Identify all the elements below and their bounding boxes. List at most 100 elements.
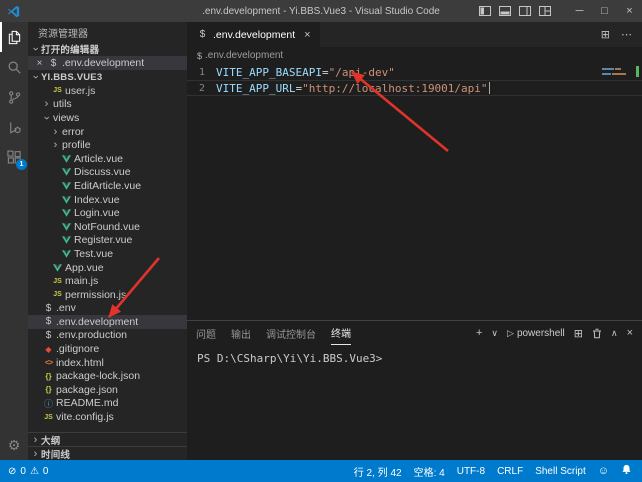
open-editors-header[interactable]: › 打开的编辑器 [28, 42, 187, 56]
activity-explorer-icon[interactable] [0, 22, 28, 52]
file-name: utils [53, 98, 72, 110]
tree-item-Article.vue[interactable]: Article.vue [28, 152, 187, 166]
toggle-sidebar-icon[interactable] [475, 0, 495, 22]
problems-status[interactable]: ⊘ 0 ⚠ 0 [8, 466, 48, 477]
tree-item-.env.production[interactable]: $.env.production [28, 329, 187, 343]
chevron-down-icon[interactable]: ∨ [491, 328, 498, 339]
more-actions-icon[interactable]: ⋯ [621, 28, 632, 41]
tree-item-user.js[interactable]: JSuser.js [28, 84, 187, 98]
tree-item-error[interactable]: ›error [28, 125, 187, 139]
tree-item-utils[interactable]: ›utils [28, 98, 187, 112]
cursor-position-status[interactable]: 行 2, 列 42 [354, 464, 402, 479]
tree-item-profile[interactable]: ›profile [28, 138, 187, 152]
tree-item-.env.development[interactable]: $.env.development [28, 315, 187, 329]
chevron-right-icon: › [50, 126, 61, 138]
shell-selector[interactable]: ▷ powershell [507, 328, 565, 339]
tree-item-App.vue[interactable]: App.vue [28, 261, 187, 275]
file-name: package-lock.json [56, 370, 140, 382]
settings-gear-icon[interactable]: ⚙ [0, 430, 28, 460]
panel-tab-output[interactable]: 输出 [231, 321, 251, 345]
tree-item-EditArticle.vue[interactable]: EditArticle.vue [28, 179, 187, 193]
eol-status[interactable]: CRLF [497, 466, 523, 477]
panel-tab-terminal[interactable]: 终端 [331, 321, 351, 345]
toggle-secondary-sidebar-icon[interactable] [515, 0, 535, 22]
language-mode-status[interactable]: Shell Script [535, 466, 586, 477]
tree-item-.gitignore[interactable]: ◆.gitignore [28, 342, 187, 356]
tree-item-vite.config.js[interactable]: JSvite.config.js [28, 410, 187, 424]
indentation-status[interactable]: 空格: 4 [414, 464, 445, 479]
tree-item-package-lock.json[interactable]: {}package-lock.json [28, 369, 187, 383]
sidebar-title: 资源管理器 [28, 22, 187, 42]
code-line-1: 1VITE_APP_BASEAPI="/api-dev" [187, 64, 642, 80]
maximize-panel-icon[interactable]: ∧ [611, 328, 618, 339]
vue-icon [51, 264, 64, 272]
tree-item-Discuss.vue[interactable]: Discuss.vue [28, 166, 187, 180]
activity-run-debug-icon[interactable] [0, 112, 28, 142]
kill-terminal-icon[interactable] [592, 328, 602, 339]
new-terminal-icon[interactable]: + [476, 327, 482, 339]
outline-section-header[interactable]: › 大纲 [28, 432, 187, 446]
vue-icon [60, 236, 73, 244]
project-section-header[interactable]: › YI.BBS.VUE3 [28, 70, 187, 84]
editor-area: $ .env.development × ⊞ ⋯ $ .env.developm… [187, 22, 642, 460]
activity-source-control-icon[interactable] [0, 82, 28, 112]
file-name: Index.vue [74, 194, 120, 206]
maximize-button[interactable]: □ [592, 0, 617, 22]
close-button[interactable]: × [617, 0, 642, 22]
explorer-sidebar: 资源管理器 › 打开的编辑器 × $ .env.development › YI… [28, 22, 187, 460]
js-icon: JS [51, 87, 64, 94]
tree-item-NotFound.vue[interactable]: NotFound.vue [28, 220, 187, 234]
chevron-right-icon: › [30, 434, 41, 446]
encoding-status[interactable]: UTF-8 [457, 466, 485, 477]
tree-item-README.md[interactable]: ⓘREADME.md [28, 397, 187, 411]
chevron-down-icon: › [41, 112, 53, 123]
file-name: user.js [65, 85, 95, 97]
env-icon: $ [42, 303, 55, 314]
breadcrumb[interactable]: $ .env.development [187, 47, 642, 64]
toggle-panel-icon[interactable] [495, 0, 515, 22]
feedback-smiley-icon[interactable]: ☺ [598, 465, 609, 477]
tree-item-.env[interactable]: $.env [28, 302, 187, 316]
close-panel-icon[interactable]: × [627, 327, 633, 339]
panel-tab-problems[interactable]: 问题 [196, 321, 216, 345]
split-terminal-icon[interactable]: ⊞ [574, 327, 583, 340]
minimize-button[interactable]: ─ [567, 0, 592, 22]
tree-item-main.js[interactable]: JSmain.js [28, 274, 187, 288]
tree-item-index.html[interactable]: <>index.html [28, 356, 187, 370]
tree-item-package.json[interactable]: {}package.json [28, 383, 187, 397]
file-name: vite.config.js [56, 411, 114, 423]
vue-icon [60, 250, 73, 258]
open-editor-item[interactable]: × $ .env.development [28, 56, 187, 70]
code-editor[interactable]: 1VITE_APP_BASEAPI="/api-dev" 2VITE_APP_U… [187, 64, 642, 320]
close-icon[interactable]: × [304, 29, 310, 41]
notifications-bell-icon[interactable] [621, 464, 632, 478]
terminal-output[interactable]: PS D:\CSharp\Yi\Yi.BBS.Vue3> [187, 345, 642, 372]
file-name: package.json [56, 384, 118, 396]
customize-layout-icon[interactable] [535, 0, 555, 22]
minimap[interactable] [602, 68, 628, 75]
tree-item-Login.vue[interactable]: Login.vue [28, 206, 187, 220]
line-number: 2 [187, 83, 205, 94]
tree-item-Test.vue[interactable]: Test.vue [28, 247, 187, 261]
split-editor-icon[interactable]: ⊞ [601, 28, 610, 41]
tab-env-development[interactable]: $ .env.development × [187, 22, 320, 47]
tree-item-permission.js[interactable]: JSpermission.js [28, 288, 187, 302]
activity-search-icon[interactable] [0, 52, 28, 82]
close-icon[interactable]: × [34, 58, 45, 69]
panel-tab-debug-console[interactable]: 调试控制台 [266, 321, 316, 345]
tree-item-views[interactable]: ›views [28, 111, 187, 125]
file-name: App.vue [65, 262, 104, 274]
env-icon: $ [197, 51, 202, 61]
line-number: 1 [187, 67, 205, 78]
activity-extensions-icon[interactable]: 1 [0, 142, 28, 172]
file-name: profile [62, 139, 91, 151]
file-name: error [62, 126, 84, 138]
js-icon: JS [51, 291, 64, 298]
timeline-section-header[interactable]: › 时间线 [28, 446, 187, 460]
vue-icon [60, 182, 73, 190]
file-name: views [53, 112, 79, 124]
tree-item-Register.vue[interactable]: Register.vue [28, 234, 187, 248]
tree-item-Index.vue[interactable]: Index.vue [28, 193, 187, 207]
env-icon: $ [47, 58, 60, 69]
vue-icon [60, 209, 73, 217]
